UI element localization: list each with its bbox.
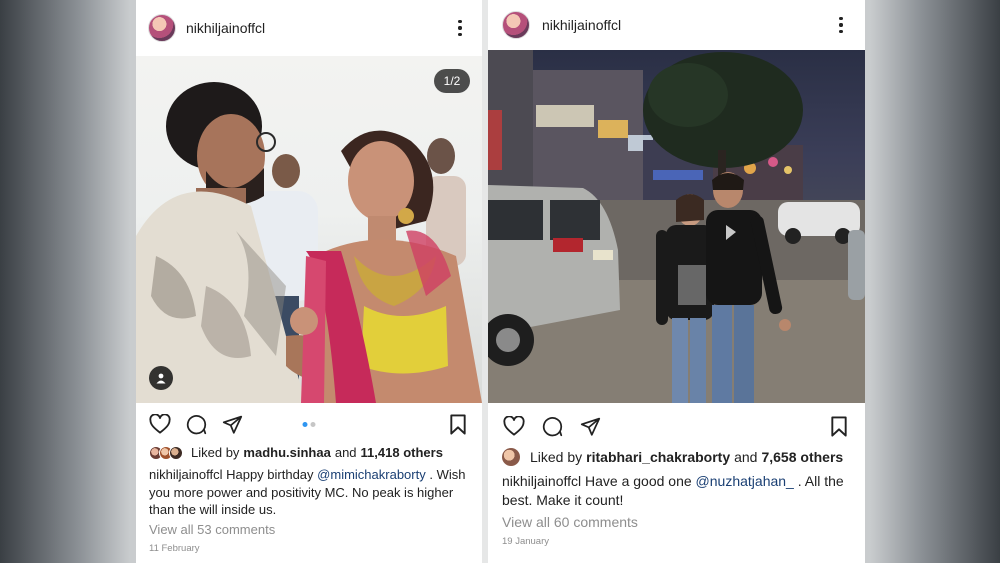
carousel-indicator [302,421,316,427]
heart-icon[interactable] [502,414,526,438]
send-icon[interactable] [220,412,244,436]
post-caption: nikhiljainoffcl Happy birthday @mimichak… [136,466,482,519]
liked-by-user[interactable]: madhu.sinhaa [243,445,330,460]
liked-by-mid: and [734,449,758,465]
instagram-post-1: nikhiljainoffcl 1/2 Liked by madhu.sinha… [136,0,482,563]
post-actions-bar [136,404,482,444]
caption-mention[interactable]: @nuzhatjahan_ [696,473,794,489]
liked-by-others[interactable]: 11,418 others [361,445,443,460]
comment-icon[interactable] [184,412,208,436]
post-username[interactable]: nikhiljainoffcl [542,17,831,33]
post-photo-illustration [136,82,482,403]
post-date: 19 January [502,536,550,547]
view-all-comments-link[interactable]: View all 53 comments [136,522,482,537]
caption-text-pre: Have a good one [585,473,692,489]
liker-avatars [149,445,183,460]
liked-by-mid: and [334,445,357,460]
caption-username[interactable]: nikhiljainoffcl [149,467,222,482]
post-username[interactable]: nikhiljainoffcl [186,20,450,36]
instagram-post-2: nikhiljainoffcl Liked by ritabhari_chakr… [488,0,865,563]
view-all-comments-link[interactable]: View all 60 comments [488,514,865,530]
send-icon[interactable] [578,414,602,438]
liker-avatar [502,448,520,466]
more-options-icon[interactable] [450,18,470,38]
likes-summary[interactable]: Liked by madhu.sinhaa and 11,418 others [136,445,482,460]
heart-icon[interactable] [148,412,172,436]
post-actions-bar [488,406,865,446]
post-caption: nikhiljainoffcl Have a good one @nuzhatj… [488,472,865,510]
post-header: nikhiljainoffcl [136,0,482,56]
caption-mention[interactable]: @mimichakraborty [317,467,426,482]
bookmark-icon[interactable] [446,412,470,436]
post-photo[interactable]: 1/2 [136,56,482,403]
liked-by-prefix: Liked by [530,449,583,465]
carousel-counter-badge: 1/2 [434,69,470,93]
caption-username[interactable]: nikhiljainoffcl [502,473,581,489]
avatar[interactable] [148,14,176,42]
user-tag-icon[interactable] [149,366,173,390]
post-header: nikhiljainoffcl [488,0,865,50]
post-date: 11 February [149,543,200,554]
liked-by-user[interactable]: ritabhari_chakraborty [586,449,730,465]
caption-text-pre: Happy birthday [226,467,314,482]
liked-by-others[interactable]: 7,658 others [761,449,843,465]
liked-by-prefix: Liked by [191,445,240,460]
bookmark-icon[interactable] [827,414,851,438]
comment-icon[interactable] [540,414,564,438]
likes-summary[interactable]: Liked by ritabhari_chakraborty and 7,658… [488,448,865,466]
avatar[interactable] [502,11,530,39]
more-options-icon[interactable] [831,15,851,35]
post-photo-illustration [488,50,865,403]
post-photo[interactable] [488,50,865,403]
